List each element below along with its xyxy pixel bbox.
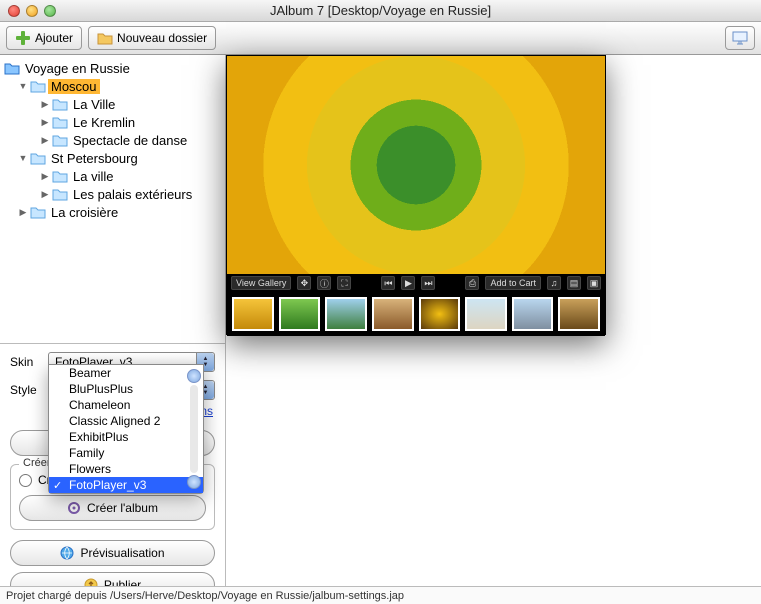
dropdown-option[interactable]: ExhibitPlus	[49, 429, 203, 445]
disclosure-triangle-icon[interactable]: ▶	[40, 99, 50, 110]
prev-icon[interactable]: ⏮	[381, 276, 395, 290]
skin-label: Skin	[10, 355, 42, 369]
tree-item[interactable]: ▶ La ville	[4, 167, 223, 185]
disclosure-triangle-icon[interactable]: ▶	[40, 135, 50, 146]
tree-item-label: Spectacle de danse	[70, 133, 190, 148]
minimize-window-button[interactable]	[26, 5, 38, 17]
chart-icon[interactable]: ▤	[567, 276, 581, 290]
tree-item-label: St Petersbourg	[48, 151, 141, 166]
print-icon[interactable]: ⎙	[465, 276, 479, 290]
folder-tree[interactable]: Voyage en Russie ▼ Moscou ▶ La Ville ▶ L…	[0, 55, 225, 343]
info-icon[interactable]: ⓘ	[317, 276, 331, 290]
zoom-window-button[interactable]	[44, 5, 56, 17]
tree-item-label: Le Kremlin	[70, 115, 138, 130]
checkmark-icon: ✓	[53, 479, 62, 492]
view-gallery-button[interactable]: View Gallery	[231, 276, 291, 290]
tree-root[interactable]: Voyage en Russie	[4, 59, 223, 77]
tree-item[interactable]: ▶ Spectacle de danse	[4, 131, 223, 149]
thumbnail[interactable]	[372, 297, 414, 331]
dropdown-option[interactable]: ✓FotoPlayer_v3	[49, 477, 203, 493]
toolbar: Ajouter Nouveau dossier	[0, 22, 761, 55]
skin-dropdown[interactable]: Beamer BluPlusPlus Chameleon Classic Ali…	[48, 364, 204, 494]
tree-item-label: Les palais extérieurs	[70, 187, 195, 202]
folder-icon	[30, 151, 46, 165]
fit-icon[interactable]: ▣	[587, 276, 601, 290]
tree-item-label: La ville	[70, 169, 116, 184]
skin-preview-popup: View Gallery ✥ ⓘ ⛶ ⏮ ▶ ⏭ ⎙ Add to Cart ♫…	[226, 55, 606, 335]
build-album-label: Créer l'album	[87, 501, 158, 515]
preview-main-image	[227, 56, 605, 274]
folder-icon	[52, 187, 68, 201]
status-bar: Projet chargé depuis /Users/Herve/Deskto…	[0, 586, 761, 604]
dropdown-option[interactable]: Flowers	[49, 461, 203, 477]
dropdown-option[interactable]: Chameleon	[49, 397, 203, 413]
disclosure-triangle-icon[interactable]: ▶	[40, 117, 50, 128]
style-label: Style	[10, 383, 42, 397]
tree-item-label: La croisière	[48, 205, 121, 220]
tree-item[interactable]: ▶ Les palais extérieurs	[4, 185, 223, 203]
thumbnail[interactable]	[419, 297, 461, 331]
folder-icon	[30, 205, 46, 219]
globe-icon	[60, 546, 74, 560]
presentation-icon	[732, 30, 748, 46]
tree-item[interactable]: ▶ La Ville	[4, 95, 223, 113]
close-window-button[interactable]	[8, 5, 20, 17]
player-controls: View Gallery ✥ ⓘ ⛶ ⏮ ▶ ⏭ ⎙ Add to Cart ♫…	[227, 274, 605, 292]
preview-button[interactable]: Prévisualisation	[10, 540, 215, 566]
add-to-cart-button[interactable]: Add to Cart	[485, 276, 541, 290]
dropdown-option[interactable]: Family	[49, 445, 203, 461]
create-all-radio[interactable]	[19, 474, 32, 487]
thumbnail[interactable]	[558, 297, 600, 331]
thumbnail[interactable]	[279, 297, 321, 331]
folder-icon	[52, 133, 68, 147]
next-icon[interactable]: ⏭	[421, 276, 435, 290]
sidebar: Voyage en Russie ▼ Moscou ▶ La Ville ▶ L…	[0, 55, 226, 604]
add-button[interactable]: Ajouter	[6, 26, 82, 50]
thumbnail[interactable]	[512, 297, 554, 331]
thumbnail-strip[interactable]	[227, 292, 605, 336]
disclosure-triangle-icon[interactable]: ▶	[40, 189, 50, 200]
dropdown-option[interactable]: Beamer	[49, 365, 203, 381]
tree-root-label: Voyage en Russie	[22, 61, 133, 76]
tree-item[interactable]: ▶ La croisière	[4, 203, 223, 221]
preview-button-label: Prévisualisation	[80, 546, 164, 560]
gear-icon	[67, 501, 81, 515]
equalizer-icon[interactable]: ♫	[547, 276, 561, 290]
folder-icon	[52, 115, 68, 129]
disclosure-triangle-icon[interactable]: ▶	[40, 171, 50, 182]
title-bar: JAlbum 7 [Desktop/Voyage en Russie]	[0, 0, 761, 22]
tree-item[interactable]: ▶ Le Kremlin	[4, 113, 223, 131]
folder-new-icon	[97, 30, 113, 46]
fullscreen-icon[interactable]: ⛶	[337, 276, 351, 290]
folder-icon	[30, 79, 46, 93]
build-album-button[interactable]: Créer l'album	[19, 495, 206, 521]
album-icon	[4, 61, 20, 75]
window-title: JAlbum 7 [Desktop/Voyage en Russie]	[0, 3, 761, 18]
tree-item-label: La Ville	[70, 97, 118, 112]
thumbnail[interactable]	[465, 297, 507, 331]
add-button-label: Ajouter	[35, 31, 73, 45]
new-folder-button[interactable]: Nouveau dossier	[88, 26, 216, 50]
dropdown-option[interactable]: Classic Aligned 2	[49, 413, 203, 429]
move-icon[interactable]: ✥	[297, 276, 311, 290]
disclosure-triangle-icon[interactable]: ▶	[18, 207, 28, 218]
dropdown-option[interactable]: BluPlusPlus	[49, 381, 203, 397]
disclosure-triangle-icon[interactable]: ▼	[18, 153, 28, 163]
tree-item[interactable]: ▼ Moscou	[4, 77, 223, 95]
new-folder-button-label: Nouveau dossier	[117, 31, 207, 45]
folder-icon	[52, 97, 68, 111]
folder-icon	[52, 169, 68, 183]
dropdown-scrollbar[interactable]	[187, 369, 201, 489]
tree-item[interactable]: ▼ St Petersbourg	[4, 149, 223, 167]
play-icon[interactable]: ▶	[401, 276, 415, 290]
window-controls	[8, 5, 56, 17]
thumbnail[interactable]	[325, 297, 367, 331]
plus-icon	[15, 30, 31, 46]
tree-item-label: Moscou	[48, 79, 100, 94]
disclosure-triangle-icon[interactable]: ▼	[18, 81, 28, 91]
slideshow-button[interactable]	[725, 26, 755, 50]
status-text: Projet chargé depuis /Users/Herve/Deskto…	[6, 590, 404, 602]
thumbnail[interactable]	[232, 297, 274, 331]
